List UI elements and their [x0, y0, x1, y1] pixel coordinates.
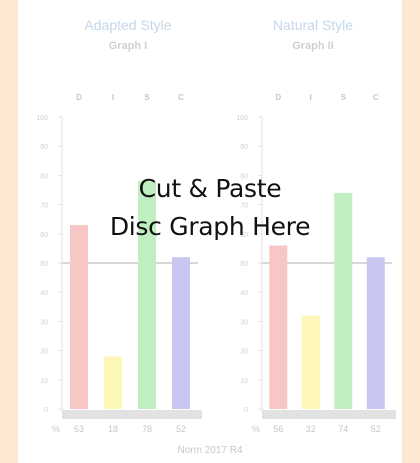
graph1-y-tick-label: 30: [40, 319, 48, 326]
graph2-y-tick-label: 0: [244, 407, 248, 414]
graph2-value-label: 74: [338, 424, 348, 434]
graph2-value-label: 32: [306, 424, 316, 434]
graph1-y-tick-label: 0: [44, 407, 48, 414]
graph2-y-tick-label: 40: [240, 290, 248, 297]
graph1-y-tick-label: 10: [40, 378, 48, 385]
graph1-value-label: 63: [74, 424, 84, 434]
graph1-base: [62, 410, 202, 419]
graph2-value-label: 52: [371, 424, 381, 434]
graph2-bar-d: [269, 245, 288, 409]
graph2-value-label: 56: [273, 424, 283, 434]
graph2-base: [262, 410, 396, 419]
graph2-y-tick-label: 20: [240, 349, 248, 356]
overlay-line-1: Cut & Paste: [138, 174, 282, 203]
graph2-category-label: D: [275, 93, 281, 102]
graph2-y-tick-label: 90: [240, 144, 248, 151]
graph1-category-label: I: [112, 93, 114, 102]
graph1-value-label: 78: [142, 424, 152, 434]
graph1-value-label: 18: [108, 424, 118, 434]
graph2-bar-i: [301, 315, 320, 409]
graph1-y-tick-label: 90: [40, 144, 48, 151]
graph2-category-label: I: [310, 93, 312, 102]
graph1-y-tick-label: 40: [40, 290, 48, 297]
norm-footer: Norm 2017 R4: [177, 445, 243, 456]
paste-placeholder-overlay: Cut & Paste Disc Graph Here: [18, 170, 402, 246]
graph1-y-tick-label: 100: [36, 115, 48, 122]
graph1-category-label: D: [76, 93, 82, 102]
graph1-percent-label: %: [52, 424, 60, 434]
graph2-category-label: C: [373, 93, 379, 102]
graph1-category-label: S: [144, 93, 150, 102]
graph1-y-tick-label: 20: [40, 349, 48, 356]
graph2-y-tick-label: 10: [240, 378, 248, 385]
graph1-value-label: 52: [176, 424, 186, 434]
graph1-category-label: C: [178, 93, 184, 102]
graph1-y-tick-label: 50: [40, 261, 48, 268]
graph2-category-label: S: [341, 93, 347, 102]
graph2-y-tick-label: 100: [236, 115, 248, 122]
graph2-bar-c: [366, 257, 385, 409]
graph1-bar-d: [70, 225, 88, 409]
graph2-y-tick-label: 30: [240, 319, 248, 326]
graph2-percent-label: %: [252, 424, 260, 434]
graph1-bar-i: [104, 356, 122, 409]
graph1-bar-c: [172, 257, 190, 409]
graph2-y-tick-label: 50: [240, 261, 248, 268]
overlay-line-2: Disc Graph Here: [109, 212, 311, 241]
